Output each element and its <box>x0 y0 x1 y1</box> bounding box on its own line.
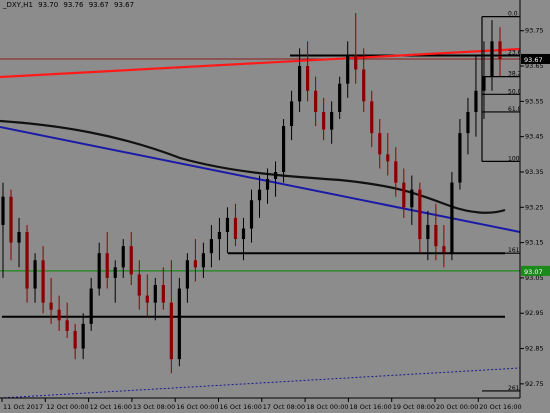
candle-body <box>169 302 173 360</box>
candle-body <box>314 90 318 112</box>
candle-body <box>426 224 430 240</box>
high-value: 93.76 <box>63 1 84 9</box>
candle-body <box>354 55 358 70</box>
candle-body <box>346 55 350 84</box>
candle-body <box>33 260 37 289</box>
candle-body <box>257 189 262 201</box>
candle-body <box>297 66 302 102</box>
candle-body <box>410 189 414 208</box>
candle-body <box>386 154 390 162</box>
candle-body <box>273 171 278 180</box>
candle-body <box>265 179 270 190</box>
candle-body <box>394 161 398 183</box>
time-tick-label: 13 Oct 08:00 <box>133 403 175 411</box>
time-tick-label: 11 Oct 2017 <box>3 403 43 411</box>
low-value: 93.67 <box>88 1 109 9</box>
time-tick-label: 20 Oct 00:00 <box>436 403 478 411</box>
candle-body <box>73 330 77 349</box>
candle-body <box>378 133 382 155</box>
candle-body <box>57 309 61 321</box>
candle-body <box>81 323 85 349</box>
candle-body <box>233 217 238 240</box>
current-price-label: 93.67 <box>524 56 543 64</box>
candle-body <box>113 267 117 278</box>
candle-body <box>177 288 181 360</box>
candle-body <box>370 101 374 134</box>
candle-body <box>306 66 310 91</box>
candle-body <box>418 189 422 240</box>
price-tick-label: 93.15 <box>525 239 544 247</box>
price-tick-label: 93.35 <box>525 168 544 176</box>
time-tick-label: 18 Oct 16:00 <box>349 403 391 411</box>
time-tick-label: 18 Oct 00:00 <box>306 403 348 411</box>
candle-body <box>362 69 366 102</box>
candle-body <box>161 284 165 303</box>
candle-body <box>185 260 189 289</box>
price-tick-label: 93.75 <box>525 27 544 35</box>
candle-body <box>458 133 462 183</box>
candle-body <box>474 90 478 112</box>
time-tick-label: 12 Oct 00:00 <box>46 403 88 411</box>
symbol-label: _DXY,H1 <box>3 1 33 9</box>
candle-body <box>145 295 149 303</box>
close-value: 93.67 <box>113 1 135 9</box>
candle-body <box>498 41 502 59</box>
candle-body <box>121 246 125 268</box>
green-price-label: 93.07 <box>524 268 543 276</box>
candle-body <box>193 260 197 268</box>
candle-body <box>241 228 246 240</box>
time-tick-label: 16 Oct 16:00 <box>220 403 262 411</box>
candle-body <box>482 76 486 91</box>
candle-body <box>41 260 45 303</box>
candle-body <box>217 232 222 240</box>
chart-header: _DXY,H1 93.70 93.76 93.67 93.67 <box>3 1 137 9</box>
candle-body <box>402 182 406 208</box>
candle-body <box>9 196 13 243</box>
candle-body <box>137 274 141 296</box>
price-chart[interactable]: 0.023.638.250.061.8100.0161.8261.8 93.85… <box>0 0 550 413</box>
candle-body <box>129 246 133 275</box>
price-tick-label: 92.95 <box>525 309 544 317</box>
candle-body <box>490 41 494 77</box>
time-tick-label: 17 Oct 08:00 <box>263 403 305 411</box>
candle-body <box>209 239 214 254</box>
candle-body <box>17 232 21 243</box>
price-tick-label: 92.75 <box>525 380 544 388</box>
candle-body <box>89 288 93 324</box>
candle-body <box>249 200 254 229</box>
candle-body <box>105 253 109 278</box>
candle-body <box>49 302 53 310</box>
candle-body <box>201 253 206 268</box>
price-tick-label: 93.25 <box>525 203 544 211</box>
fib-level-label: 0.0 <box>508 11 518 18</box>
price-axis: 93.8593.7593.6593.5593.4593.3593.2593.15… <box>519 0 550 413</box>
candle-body <box>65 320 69 331</box>
candle-body <box>322 111 326 130</box>
candle-body <box>466 111 470 134</box>
time-tick-label: 16 Oct 00:00 <box>176 403 218 411</box>
candle-body <box>450 182 454 254</box>
candle-body <box>442 246 446 254</box>
candle-body <box>338 83 342 112</box>
candle-body <box>225 217 230 233</box>
open-value: 93.70 <box>38 1 59 9</box>
candle-body <box>1 196 5 225</box>
candle-body <box>153 284 157 303</box>
time-tick-label: 19 Oct 08:00 <box>393 403 435 411</box>
price-tick-label: 92.85 <box>525 345 544 353</box>
candle-body <box>25 232 29 289</box>
price-tick-label: 93.45 <box>525 133 544 141</box>
candle-body <box>289 101 294 127</box>
time-tick-label: 12 Oct 16:00 <box>90 403 132 411</box>
candle-body <box>97 253 101 289</box>
price-tick-label: 93.55 <box>525 97 544 105</box>
time-tick-label: 20 Oct 16:00 <box>479 403 521 411</box>
candle-body <box>281 126 286 172</box>
candle-body <box>330 111 334 130</box>
candle-body <box>434 224 438 247</box>
